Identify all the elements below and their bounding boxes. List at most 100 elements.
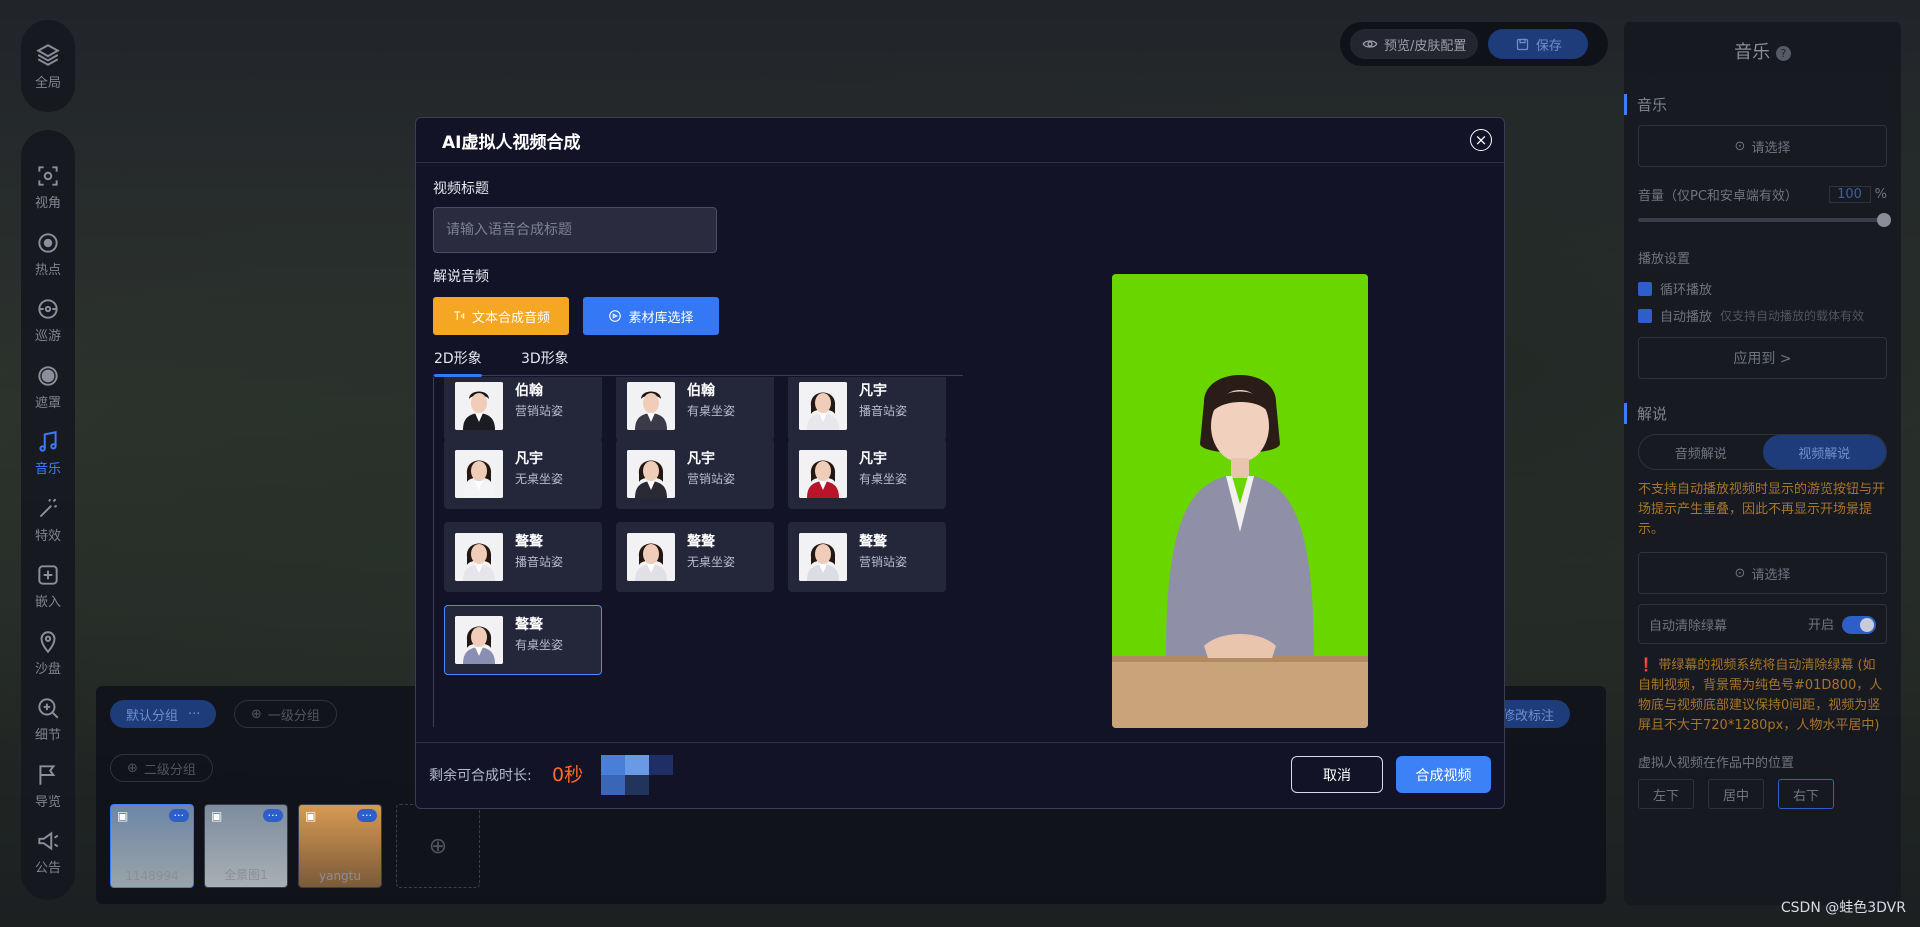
tool-mask[interactable]: 遮罩 bbox=[21, 354, 75, 421]
scene-more-icon[interactable]: ··· bbox=[356, 809, 377, 822]
add-icon: ⊕ bbox=[251, 706, 262, 722]
sandbox-icon bbox=[40, 631, 56, 653]
loop-label: 循环播放 bbox=[1660, 283, 1713, 298]
position-center[interactable]: 居中 bbox=[1708, 779, 1764, 809]
avatar-portrait bbox=[455, 382, 503, 430]
text-to-audio-label: 文本合成音频 bbox=[471, 310, 550, 326]
avatar-pose: 有桌坐姿 bbox=[687, 404, 736, 418]
add-scene-button[interactable]: ⊕ bbox=[396, 804, 480, 888]
tab-3d[interactable]: 3D形象 bbox=[521, 348, 569, 376]
avatar-card[interactable]: 聱聱 无桌坐姿 bbox=[616, 522, 774, 592]
avatar-portrait bbox=[627, 382, 675, 430]
tool-label: 遮罩 bbox=[34, 395, 61, 411]
volume-row: 音量（仅PC和安卓端有效） 100 % bbox=[1638, 185, 1887, 204]
ai-avatar-video-dialog: AI虚拟人视频合成 × 视频标题 解说音频 文本合成音频 素材库选择 2D形象 … bbox=[415, 117, 1505, 809]
loop-checkbox[interactable]: 循环播放 bbox=[1638, 279, 1887, 298]
tool-view[interactable]: 视角 bbox=[21, 154, 75, 221]
tool-guide[interactable]: 导览 bbox=[21, 753, 75, 820]
volume-unit: % bbox=[1874, 187, 1887, 202]
tool-tour[interactable]: 巡游 bbox=[21, 287, 75, 354]
help-icon[interactable]: ? bbox=[1775, 45, 1791, 61]
avatar-card[interactable]: 伯翰 有桌坐姿 bbox=[616, 377, 774, 441]
avatar-list: 伯翰 营销站姿 伯翰 有桌坐姿 凡宇 播音站姿 凡宇 无桌坐姿 凡宇 营销站姿 凡宇 有桌坐姿 聱聱 播音… bbox=[433, 377, 963, 727]
save-button[interactable]: 保存 bbox=[1488, 29, 1589, 59]
material-library-label: 素材库选择 bbox=[628, 310, 694, 326]
avatar-card[interactable]: 凡宇 无桌坐姿 bbox=[444, 439, 602, 509]
avatar-pose: 无桌坐姿 bbox=[515, 472, 564, 486]
video-select-button[interactable]: ⊙ 请选择 bbox=[1638, 552, 1887, 594]
volume-field[interactable]: 100 % bbox=[1828, 186, 1887, 203]
position-right-bottom[interactable]: 右下 bbox=[1778, 779, 1834, 809]
scene-more-icon[interactable]: ··· bbox=[262, 809, 283, 822]
dialog-header: AI虚拟人视频合成 × bbox=[416, 118, 1504, 163]
avatar-thumbnail bbox=[455, 533, 503, 581]
group-level2[interactable]: ⊕ 二级分组 bbox=[110, 754, 213, 782]
avatar-pose: 播音站姿 bbox=[515, 555, 564, 569]
position-label: 虚拟人视频在作品中的位置 bbox=[1638, 756, 1795, 771]
volume-slider-knob[interactable] bbox=[1877, 213, 1891, 227]
video-title-input[interactable] bbox=[433, 207, 717, 253]
guide-icon bbox=[39, 765, 56, 785]
autoplay-hint: 仅支持自动播放的载体有效 bbox=[1720, 309, 1865, 323]
effects-icon bbox=[39, 498, 58, 518]
avatar-pose: 营销站姿 bbox=[859, 555, 908, 569]
avatar-portrait bbox=[799, 382, 847, 430]
text-to-audio-button[interactable]: 文本合成音频 bbox=[433, 297, 569, 335]
cancel-button[interactable]: 取消 bbox=[1291, 756, 1383, 793]
avatar-pose: 无桌坐姿 bbox=[687, 555, 736, 569]
group-level1[interactable]: ⊕ 一级分组 bbox=[234, 700, 337, 728]
qr-mosaic bbox=[601, 755, 673, 795]
volume-label: 音量（仅PC和安卓端有效） bbox=[1638, 189, 1798, 204]
tool-music[interactable]: 音乐 bbox=[21, 420, 75, 487]
avatar-card[interactable]: 凡宇 播音站姿 bbox=[788, 377, 946, 441]
avatar-name: 凡宇 bbox=[687, 451, 715, 467]
global-button[interactable]: 全局 bbox=[21, 20, 75, 112]
tool-sandbox[interactable]: 沙盘 bbox=[21, 620, 75, 687]
video-title-label: 视频标题 bbox=[433, 181, 489, 197]
avatar-card[interactable]: 聱聱 有桌坐姿 bbox=[444, 605, 602, 675]
auto-green-toggle[interactable]: 开启 bbox=[1808, 614, 1876, 635]
avatar-card[interactable]: 聱聱 播音站姿 bbox=[444, 522, 602, 592]
preview-skin-button[interactable]: 预览/皮肤配置 bbox=[1350, 29, 1479, 59]
position-left-bottom[interactable]: 左下 bbox=[1638, 779, 1694, 809]
autoplay-checkbox[interactable]: 自动播放 仅支持自动播放的载体有效 bbox=[1638, 306, 1887, 325]
tool-effects[interactable]: 特效 bbox=[21, 487, 75, 554]
volume-slider[interactable] bbox=[1638, 213, 1891, 227]
play-settings-title: 播放设置 bbox=[1638, 252, 1691, 267]
scene-thumbnail[interactable]: ▣ ··· 1148994 bbox=[110, 804, 194, 888]
avatar-card[interactable]: 伯翰 营销站姿 bbox=[444, 377, 602, 441]
tool-hotspot[interactable]: 热点 bbox=[21, 221, 75, 288]
avatar-card[interactable]: 凡宇 有桌坐姿 bbox=[788, 439, 946, 509]
scene-thumbnail[interactable]: ▣ ··· 全景图1 bbox=[204, 804, 288, 888]
material-library-button[interactable]: 素材库选择 bbox=[583, 297, 719, 335]
tool-notice[interactable]: 公告 bbox=[21, 819, 75, 886]
scene-more-icon[interactable]: ··· bbox=[168, 809, 189, 822]
tool-detail[interactable]: 细节 bbox=[21, 686, 75, 753]
avatar-pose: 营销站姿 bbox=[687, 472, 736, 486]
more-icon[interactable]: ··· bbox=[188, 707, 200, 722]
warning-icon: ❗ bbox=[1638, 658, 1655, 673]
preview-skin-label: 预览/皮肤配置 bbox=[1384, 38, 1467, 54]
detail-icon bbox=[38, 698, 59, 719]
avatar-card[interactable]: 凡宇 营销站姿 bbox=[616, 439, 774, 509]
avatar-name: 凡宇 bbox=[515, 451, 543, 467]
audio-narration-tab[interactable]: 音频解说 bbox=[1639, 435, 1763, 469]
tool-label: 细节 bbox=[34, 728, 61, 744]
synthesize-video-button[interactable]: 合成视频 bbox=[1396, 756, 1491, 793]
scene-thumbnail[interactable]: ▣ ··· yangtu bbox=[298, 804, 382, 888]
avatar-name: 聱聱 bbox=[515, 534, 543, 550]
tab-2d[interactable]: 2D形象 bbox=[434, 348, 482, 377]
music-select-button[interactable]: ⊙ 请选择 bbox=[1638, 125, 1887, 167]
avatar-portrait bbox=[799, 450, 847, 498]
toggle-switch[interactable] bbox=[1842, 616, 1876, 635]
avatar-card[interactable]: 聱聱 营销站姿 bbox=[788, 522, 946, 592]
tool-label: 公告 bbox=[34, 861, 61, 877]
avatar-thumbnail bbox=[455, 616, 503, 664]
tool-embed[interactable]: 嵌入 bbox=[21, 553, 75, 620]
apply-to-button[interactable]: 应用到 > bbox=[1638, 337, 1887, 379]
auto-green-row: 自动清除绿幕 开启 bbox=[1638, 604, 1887, 644]
close-icon[interactable]: × bbox=[1470, 129, 1492, 151]
avatar-thumbnail bbox=[455, 382, 503, 430]
video-narration-tab[interactable]: 视频解说 bbox=[1762, 435, 1886, 469]
group-default[interactable]: 默认分组 ··· bbox=[110, 700, 217, 728]
